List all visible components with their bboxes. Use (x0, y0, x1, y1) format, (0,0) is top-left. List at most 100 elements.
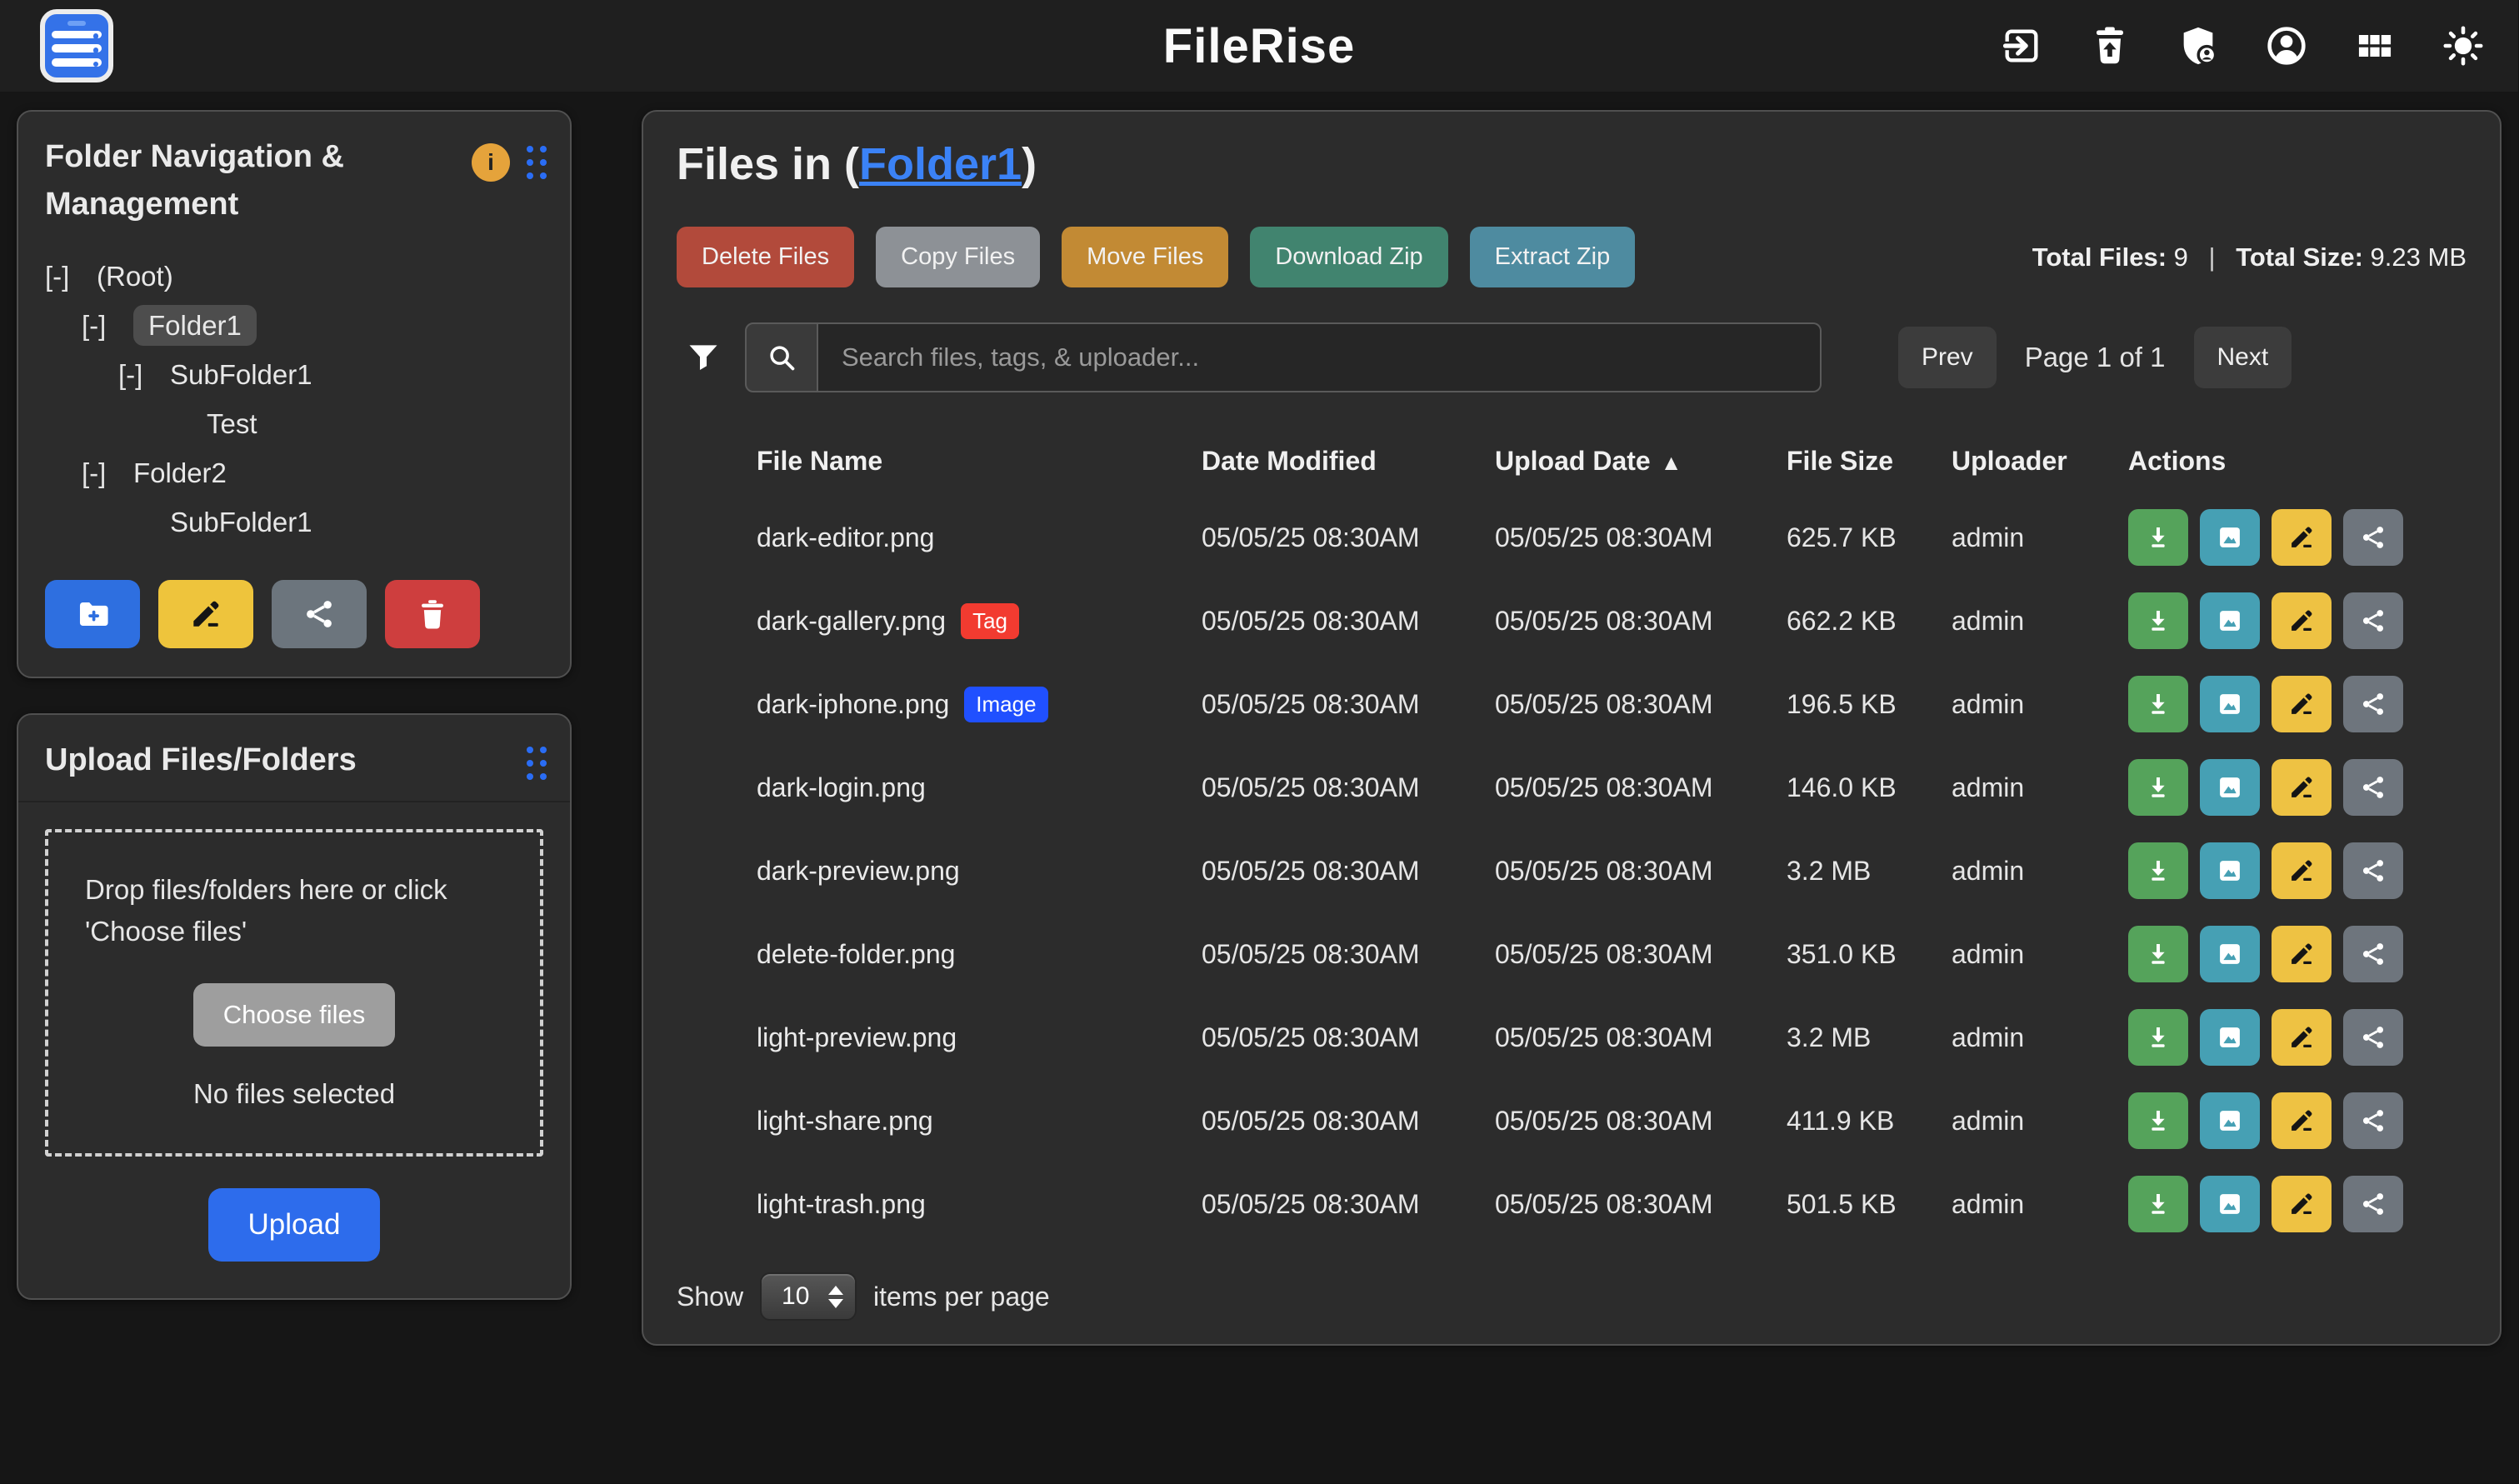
column-header-date-modified[interactable]: Date Modified (1202, 446, 1495, 477)
rename-button[interactable] (2272, 676, 2332, 732)
delete-folder-button[interactable] (385, 580, 480, 648)
preview-image-button[interactable] (2200, 509, 2260, 566)
share-button[interactable] (2343, 1009, 2403, 1066)
preview-image-button[interactable] (2200, 1176, 2260, 1232)
column-header-file-name[interactable]: File Name (757, 446, 1202, 477)
folder-label[interactable]: SubFolder1 (170, 359, 312, 390)
download-button[interactable] (2128, 1176, 2188, 1232)
preview-image-button[interactable] (2200, 926, 2260, 982)
user-profile-icon[interactable] (2265, 24, 2308, 67)
preview-image-button[interactable] (2200, 1009, 2260, 1066)
download-button[interactable] (2128, 842, 2188, 899)
share-button[interactable] (2343, 1176, 2403, 1232)
file-name[interactable]: dark-preview.png (757, 856, 960, 887)
next-page-button[interactable]: Next (2194, 327, 2292, 388)
share-button[interactable] (2343, 1092, 2403, 1149)
copy-files-button[interactable]: Copy Files (876, 227, 1040, 287)
preview-image-button[interactable] (2200, 676, 2260, 732)
extract-zip-button[interactable]: Extract Zip (1470, 227, 1636, 287)
grid-view-icon[interactable] (2353, 24, 2397, 67)
file-name[interactable]: light-trash.png (757, 1189, 926, 1220)
folder-tree-item[interactable]: [-]Folder2 (45, 448, 543, 497)
folder-tree-item[interactable]: Test (45, 399, 543, 448)
rename-folder-button[interactable] (158, 580, 253, 648)
rename-button[interactable] (2272, 842, 2332, 899)
file-name[interactable]: delete-folder.png (757, 939, 955, 970)
file-tag-badge[interactable]: Image (964, 687, 1047, 722)
download-button[interactable] (2128, 1009, 2188, 1066)
prev-page-button[interactable]: Prev (1898, 327, 1997, 388)
file-name[interactable]: dark-gallery.png (757, 606, 946, 637)
download-button[interactable] (2128, 509, 2188, 566)
file-name[interactable]: light-share.png (757, 1106, 933, 1137)
folder-label[interactable]: SubFolder1 (170, 507, 312, 537)
folder-tree-item[interactable]: [-]Folder1 (45, 301, 543, 350)
trash-restore-icon[interactable] (2088, 24, 2132, 67)
tree-collapse-toggle[interactable]: [-] (118, 350, 170, 399)
download-button[interactable] (2128, 759, 2188, 816)
download-button[interactable] (2128, 926, 2188, 982)
move-files-button[interactable]: Move Files (1062, 227, 1228, 287)
folder-label[interactable]: Folder2 (133, 457, 227, 488)
file-name[interactable]: light-preview.png (757, 1022, 957, 1053)
preview-image-button[interactable] (2200, 592, 2260, 649)
tree-collapse-toggle[interactable]: [-] (82, 301, 133, 350)
filerise-logo-icon[interactable] (40, 9, 113, 82)
folder-label[interactable]: (Root) (97, 261, 173, 292)
file-tag-badge[interactable]: Tag (961, 603, 1019, 639)
rename-button[interactable] (2272, 759, 2332, 816)
filter-funnel-icon[interactable] (685, 339, 722, 376)
date-modified-cell: 05/05/25 08:30AM (1202, 772, 1495, 803)
share-button[interactable] (2343, 509, 2403, 566)
rename-button[interactable] (2272, 509, 2332, 566)
share-icon (2359, 1023, 2387, 1052)
folder-tree-item[interactable]: [-]SubFolder1 (45, 350, 543, 399)
rename-button[interactable] (2272, 1092, 2332, 1149)
logout-icon[interactable] (2000, 24, 2043, 67)
rename-button[interactable] (2272, 1176, 2332, 1232)
download-zip-button[interactable]: Download Zip (1250, 227, 1447, 287)
current-folder-link[interactable]: Folder1 (859, 139, 1022, 189)
folder-tree-item[interactable]: SubFolder1 (45, 497, 543, 547)
share-button[interactable] (2343, 676, 2403, 732)
spinner-arrows-icon[interactable] (828, 1286, 843, 1308)
rename-button[interactable] (2272, 926, 2332, 982)
column-header-upload-date[interactable]: Upload Date▲ (1495, 446, 1787, 477)
items-per-page-select[interactable]: 10 (760, 1272, 857, 1321)
rename-button[interactable] (2272, 1009, 2332, 1066)
info-icon[interactable]: i (472, 143, 510, 182)
file-name[interactable]: dark-iphone.png (757, 689, 949, 720)
share-button[interactable] (2343, 759, 2403, 816)
drag-handle-dots-icon[interactable] (527, 747, 547, 780)
share-button[interactable] (2343, 926, 2403, 982)
choose-files-button[interactable]: Choose files (193, 983, 396, 1047)
download-button[interactable] (2128, 676, 2188, 732)
file-name[interactable]: dark-editor.png (757, 522, 934, 553)
tree-collapse-toggle[interactable]: [-] (82, 448, 133, 497)
delete-files-button[interactable]: Delete Files (677, 227, 854, 287)
preview-image-button[interactable] (2200, 759, 2260, 816)
share-button[interactable] (2343, 842, 2403, 899)
rename-button[interactable] (2272, 592, 2332, 649)
create-folder-button[interactable] (45, 580, 140, 648)
search-input[interactable] (818, 322, 1822, 392)
share-button[interactable] (2343, 592, 2403, 649)
upload-button[interactable]: Upload (208, 1188, 381, 1262)
tree-collapse-toggle[interactable]: [-] (45, 252, 97, 301)
preview-image-button[interactable] (2200, 842, 2260, 899)
download-button[interactable] (2128, 592, 2188, 649)
download-button[interactable] (2128, 1092, 2188, 1149)
column-header-uploader[interactable]: Uploader (1952, 446, 2128, 477)
folder-tree-item[interactable]: [-](Root) (45, 252, 543, 301)
admin-shield-icon[interactable] (2177, 24, 2220, 67)
drag-handle-dots-icon[interactable] (527, 146, 547, 179)
folder-label[interactable]: Test (207, 408, 257, 439)
search-icon[interactable] (745, 322, 818, 392)
folder-label[interactable]: Folder1 (133, 305, 257, 346)
file-name[interactable]: dark-login.png (757, 772, 926, 803)
share-folder-button[interactable] (272, 580, 367, 648)
file-dropzone[interactable]: Drop files/folders here or click 'Choose… (45, 829, 543, 1157)
light-mode-sun-icon[interactable] (2442, 24, 2485, 67)
column-header-file-size[interactable]: File Size (1787, 446, 1952, 477)
preview-image-button[interactable] (2200, 1092, 2260, 1149)
